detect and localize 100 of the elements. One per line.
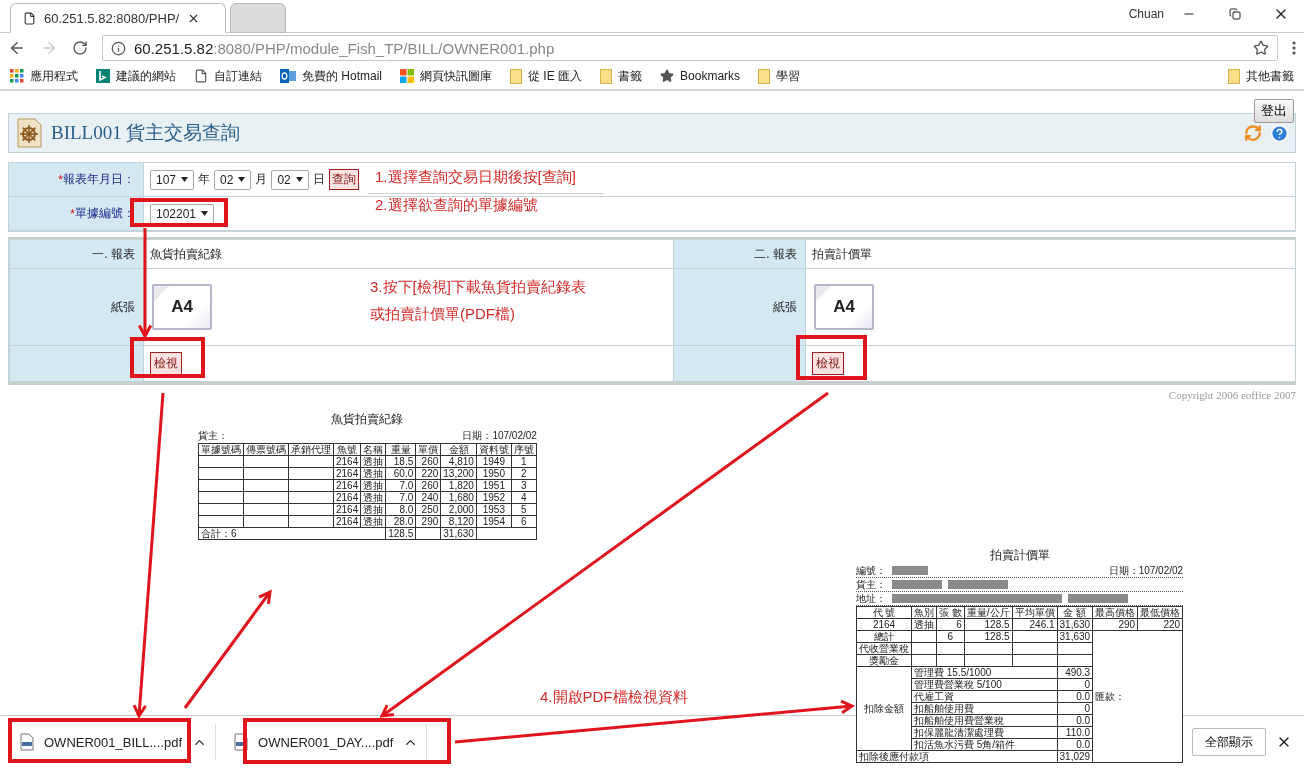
table-cell: 0 <box>1057 678 1093 691</box>
restore-icon[interactable] <box>1229 8 1241 20</box>
table-cell: 0.0 <box>1057 738 1093 751</box>
table-cell: 128.5 <box>964 630 1013 643</box>
browser-tab[interactable]: 60.251.5.82:8080/PHP/ <box>10 3 226 33</box>
redaction-block <box>1068 594 1128 603</box>
help-icon[interactable] <box>1270 123 1289 143</box>
profile-name[interactable]: Chuan <box>1128 7 1164 21</box>
bookmark-link[interactable]: 網頁快訊圖庫 <box>420 67 492 85</box>
annotation-text: 3.按下[檢視]下載魚貨拍賣紀錄表 <box>370 278 586 297</box>
table-cell: 扣除後應付款項 <box>856 750 1058 763</box>
table-header-cell: 最高價格 <box>1092 606 1138 619</box>
bookmark-link[interactable]: 自訂連結 <box>214 67 262 85</box>
table-cell: 扣活魚水污費 5角/箱件 <box>911 738 1058 751</box>
page-icon <box>194 69 208 83</box>
show-all-button[interactable]: 全部顯示 <box>1192 728 1266 756</box>
table-cell: 管理費營業稅 5/100 <box>911 678 1058 691</box>
table-cell: 1,680 <box>440 491 477 504</box>
bookmark-link[interactable]: 應用程式 <box>30 67 78 85</box>
table-cell: 獎勵金 <box>856 654 912 667</box>
bookmark-link[interactable]: Bookmarks <box>680 69 741 83</box>
table-cell: 6 <box>511 515 537 528</box>
dropdown-caret-icon <box>201 211 209 216</box>
total-label: 合計：6 <box>198 527 386 540</box>
table-cell: 220 <box>415 467 441 480</box>
report-name: 魚貨拍賣紀錄 <box>150 245 222 263</box>
month-select[interactable]: 02 <box>214 169 252 190</box>
table-cell: 220 <box>1137 618 1183 631</box>
dropdown-caret-icon <box>295 177 303 182</box>
table-cell: 240 <box>415 491 441 504</box>
paper-label: 紙張 <box>111 298 135 316</box>
logout-button[interactable]: 登出 <box>1254 99 1294 123</box>
annotation-text: 或拍賣計價單(PDF檔) <box>370 305 515 324</box>
required-mark: * <box>70 206 75 221</box>
document-number-select[interactable]: 102201 <box>150 203 215 224</box>
table-header-cell: 資料號 <box>476 443 512 456</box>
table-cell: 31,630 <box>1057 618 1093 631</box>
bookmark-link[interactable]: 學習 <box>776 67 801 85</box>
reload-icon[interactable] <box>72 40 88 56</box>
bookmark-link[interactable]: 從 IE 匯入 <box>528 67 583 85</box>
owner-label: 貨主： <box>198 430 228 441</box>
table-cell: 8,120 <box>440 515 477 528</box>
query-button[interactable]: 查詢 <box>328 169 359 190</box>
bookmark-link[interactable]: 免費的 Hotmail <box>302 67 382 85</box>
view-button[interactable]: 檢視 <box>150 352 182 375</box>
info-label: 貨主： <box>856 579 886 590</box>
download-item[interactable]: OWNER001_BILL....pdf <box>12 724 216 760</box>
document-date: 日期：107/02/02 <box>1108 565 1184 576</box>
table-cell: 1953 <box>476 503 512 516</box>
page-icon <box>23 11 36 25</box>
mail-app-icon <box>280 69 296 83</box>
year-select[interactable]: 107 <box>150 169 195 190</box>
ship-wheel-icon <box>15 118 43 148</box>
table-cell: 3 <box>511 479 537 492</box>
required-mark: * <box>58 172 63 187</box>
table-cell: 1,820 <box>440 479 477 492</box>
table-header-cell: 金 額 <box>1057 606 1093 619</box>
bookmark-link[interactable]: 建議的網站 <box>116 67 176 85</box>
table-cell: 13,200 <box>440 467 477 480</box>
table-cell: 28.0 <box>385 515 416 528</box>
remittance-cell: 匯款： <box>1092 630 1183 763</box>
bookmark-link[interactable]: 其他書籤 <box>1246 67 1294 85</box>
more-menu-icon[interactable] <box>1292 41 1296 55</box>
unit-label: 年 <box>198 171 211 188</box>
table-cell: 31,630 <box>440 527 477 540</box>
table-cell: 7.0 <box>385 479 416 492</box>
table-header-cell: 張 數 <box>936 606 965 619</box>
table-cell: 透抽 <box>360 479 386 492</box>
day-select[interactable]: 02 <box>271 169 309 190</box>
b-logo-icon <box>96 69 110 83</box>
bookmark-link[interactable]: 書籤 <box>618 67 643 85</box>
table-header-cell: 承銷代理 <box>288 443 334 456</box>
paper-label: 紙張 <box>773 298 797 316</box>
table-cell: 1950 <box>476 467 512 480</box>
table-cell: 260 <box>415 455 441 468</box>
table-cell: 2164 <box>333 455 361 468</box>
table-cell: 透抽 <box>360 467 386 480</box>
unit-label: 月 <box>255 171 268 188</box>
star-icon <box>660 69 675 83</box>
address-bar[interactable]: 60.251.5.82:8080/PHP/module_Fish_TP/BILL/OWNER001.php <box>102 35 1278 61</box>
table-cell: 4 <box>511 491 537 504</box>
table-cell: 1952 <box>476 491 512 504</box>
table-cell: 1951 <box>476 479 512 492</box>
back-icon[interactable] <box>8 39 26 57</box>
view-button[interactable]: 檢視 <box>812 352 844 375</box>
table-header-cell: 魚別 <box>911 606 937 619</box>
field-label: 單據編號： <box>75 205 135 222</box>
folder-icon <box>510 68 522 84</box>
paper-size-tile: A4 <box>814 284 874 330</box>
table-cell: 7.0 <box>385 491 416 504</box>
star-icon[interactable] <box>1253 40 1269 56</box>
table-header-cell: 單價 <box>415 443 441 456</box>
table-cell: 0.0 <box>1057 714 1093 727</box>
table-cell: 246.1 <box>1012 618 1058 631</box>
redaction-block <box>948 580 1008 589</box>
table-header-cell: 魚號 <box>333 443 361 456</box>
table-cell: 128.5 <box>385 527 416 540</box>
download-item[interactable]: OWNER001_DAY....pdf <box>226 724 428 760</box>
info-icon[interactable] <box>111 40 126 56</box>
annotation-text: 4.開啟PDF檔檢視資料 <box>540 688 688 707</box>
